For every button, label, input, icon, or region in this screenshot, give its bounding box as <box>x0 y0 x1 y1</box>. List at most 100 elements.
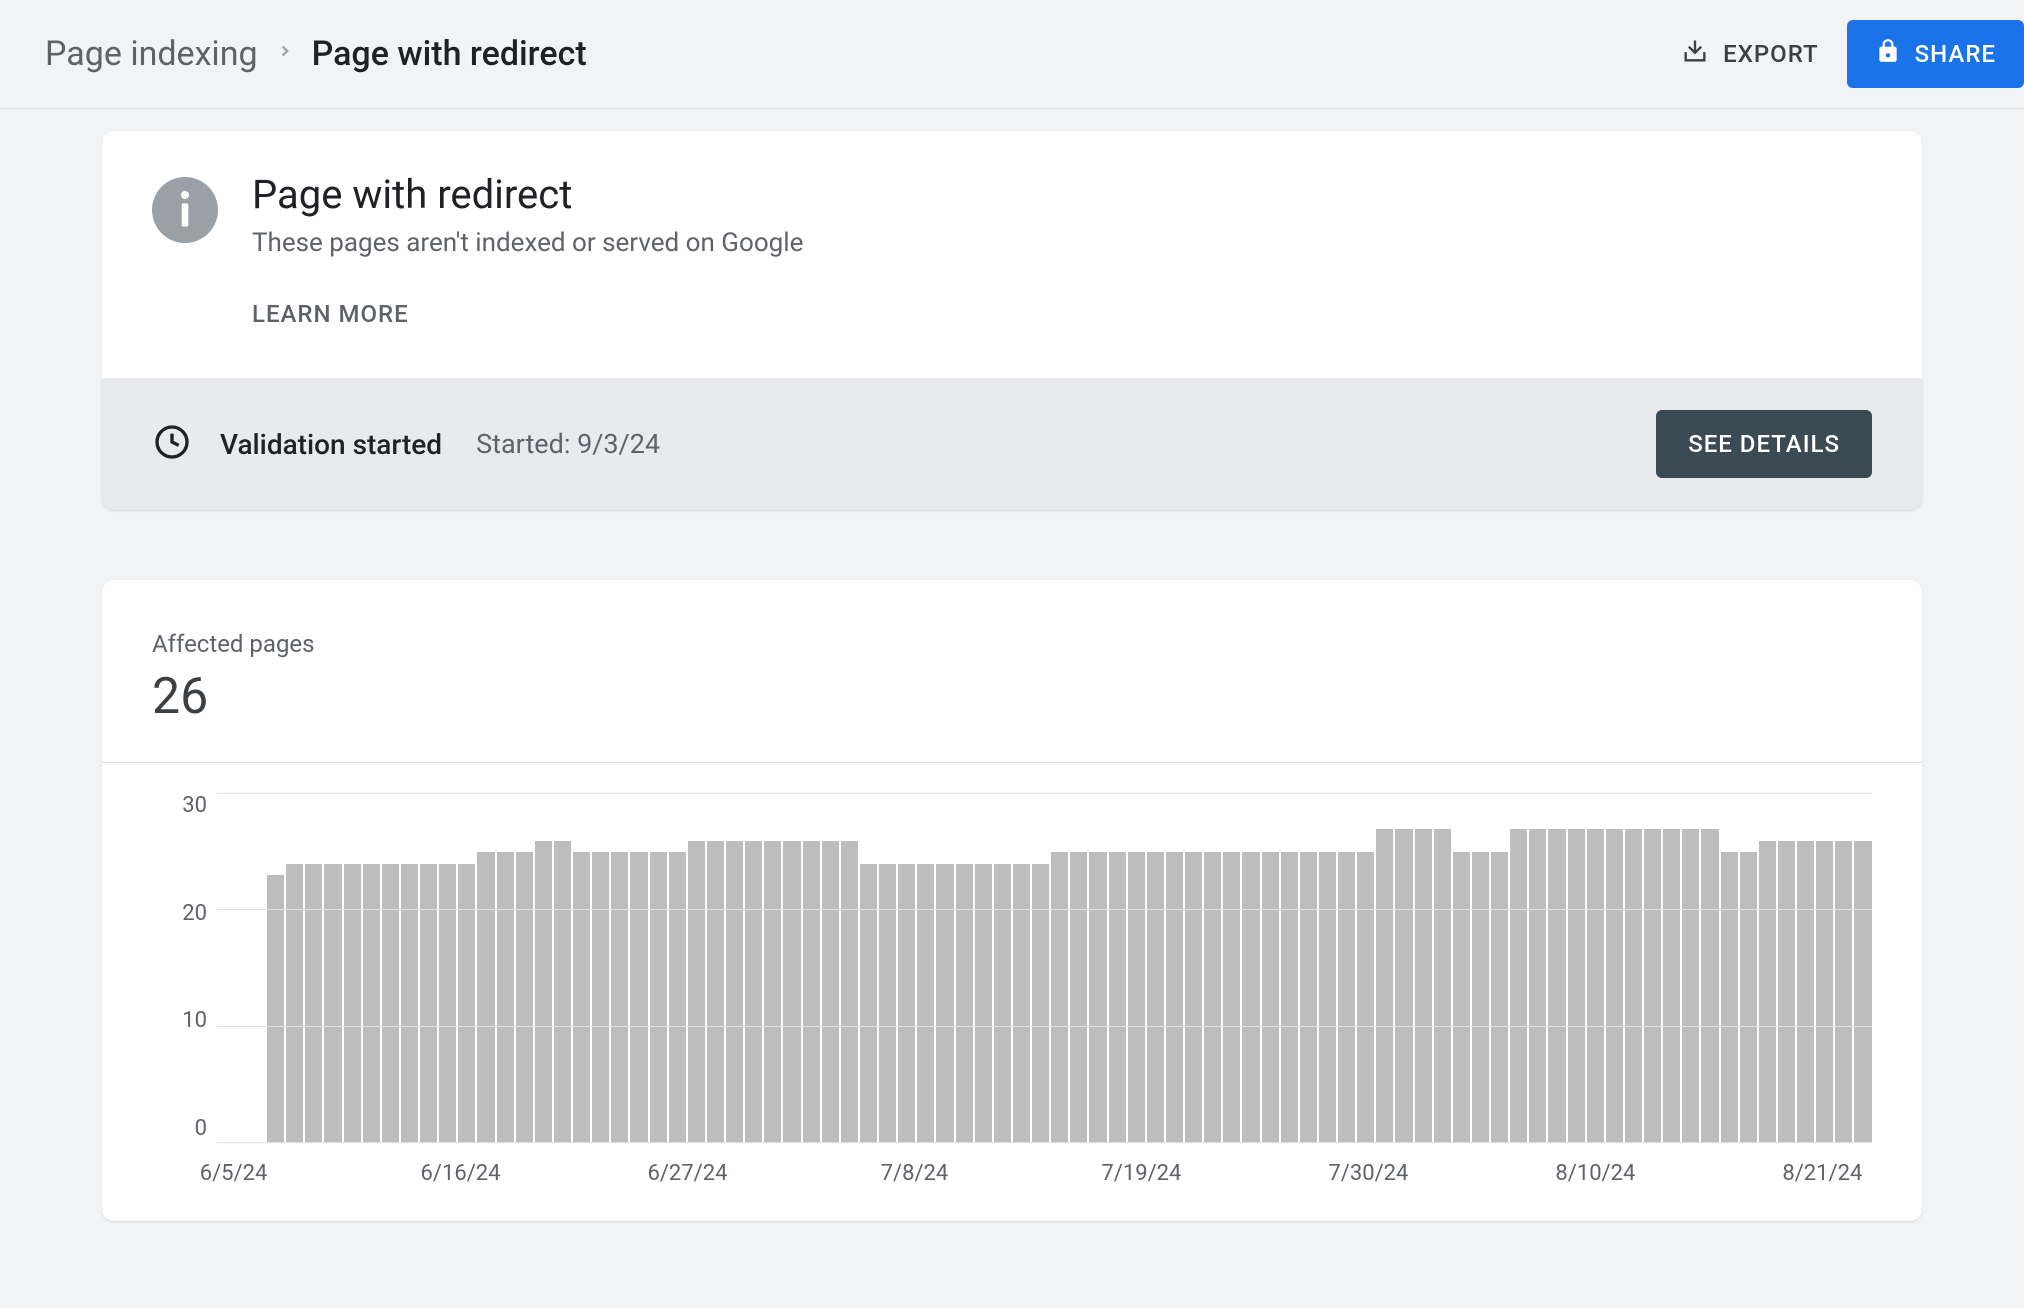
chart-bar <box>707 841 724 1143</box>
chart-bar <box>975 864 992 1143</box>
chart-bar <box>1510 829 1527 1143</box>
affected-pages-count: 26 <box>152 668 1872 726</box>
chart-bar <box>1185 852 1202 1143</box>
info-text: Page with redirect These pages aren't in… <box>252 171 803 328</box>
x-tick: 7/19/24 <box>1101 1161 1181 1186</box>
chart-bar <box>917 864 934 1143</box>
affected-pages-label: Affected pages <box>152 630 1872 658</box>
x-tick: 6/16/24 <box>421 1161 501 1186</box>
chart-bar <box>1281 852 1298 1143</box>
chart-bar <box>1242 852 1259 1143</box>
chart-bar <box>1415 829 1432 1143</box>
chart-bar <box>841 841 858 1143</box>
chart-bar <box>420 864 437 1143</box>
chart-bar <box>401 864 418 1143</box>
chart-bar <box>898 864 915 1143</box>
chart-bar <box>1147 852 1164 1143</box>
chart-bar <box>936 864 953 1143</box>
chart-bar <box>1472 852 1489 1143</box>
share-label: SHARE <box>1915 40 1996 68</box>
chart-bar <box>1166 852 1183 1143</box>
breadcrumb-parent[interactable]: Page indexing <box>45 34 258 74</box>
chart-bar <box>1204 852 1221 1143</box>
chart-bar <box>1701 829 1718 1143</box>
chart-plot <box>217 793 1872 1143</box>
chart-bar <box>1434 829 1451 1143</box>
chart-bar <box>1568 829 1585 1143</box>
chart-bar <box>363 864 380 1143</box>
lock-icon <box>1875 38 1901 70</box>
x-tick: 6/27/24 <box>647 1161 727 1186</box>
chart-bar <box>592 852 609 1143</box>
chart-bar <box>1376 829 1393 1143</box>
chart-bar <box>516 852 533 1143</box>
chart-bar <box>1032 864 1049 1143</box>
info-icon <box>152 177 218 243</box>
chart-bar <box>1721 852 1738 1143</box>
chart-bar <box>745 841 762 1143</box>
chart-bar <box>458 864 475 1143</box>
validation-date: Started: 9/3/24 <box>476 428 660 460</box>
divider <box>102 762 1922 763</box>
chart-bar <box>1854 841 1871 1143</box>
y-axis: 3020100 <box>152 793 207 1143</box>
chart-bar <box>611 852 628 1143</box>
chart-bar <box>1644 829 1661 1143</box>
clock-icon <box>152 422 192 466</box>
chart-bar <box>783 841 800 1143</box>
learn-more-button[interactable]: LEARN MORE <box>252 300 803 328</box>
validation-title: Validation started <box>220 428 442 461</box>
chart-bar <box>1357 852 1374 1143</box>
gridline <box>217 1026 1872 1027</box>
chart-bar <box>1262 852 1279 1143</box>
chart-bar <box>956 864 973 1143</box>
x-tick: 8/21/24 <box>1782 1161 1862 1186</box>
chart-bar <box>477 852 494 1143</box>
chart-card: Affected pages 26 3020100 6/5/246/16/246… <box>102 580 1922 1221</box>
chart-bar <box>1606 829 1623 1143</box>
info-title: Page with redirect <box>252 171 803 218</box>
chart-bar <box>1089 852 1106 1143</box>
info-subtitle: These pages aren't indexed or served on … <box>252 228 803 258</box>
chart-bar <box>1759 841 1776 1143</box>
chart-bar <box>688 841 705 1143</box>
chart-bar <box>1778 841 1795 1143</box>
chart-bar <box>879 864 896 1143</box>
chart-bar <box>344 864 361 1143</box>
chart-bar <box>439 864 456 1143</box>
y-tick: 30 <box>182 793 207 818</box>
chart-bar <box>535 841 552 1143</box>
chart-bar <box>286 864 303 1143</box>
chart-bar <box>1548 829 1565 1143</box>
chart-bar <box>1491 852 1508 1143</box>
chart-bar <box>650 852 667 1143</box>
chart-bar <box>630 852 647 1143</box>
info-card: Page with redirect These pages aren't in… <box>102 131 1922 510</box>
chart-bar <box>1682 829 1699 1143</box>
chart-bar <box>1013 864 1030 1143</box>
chart-bar <box>726 841 743 1143</box>
chart-bar <box>1835 841 1852 1143</box>
breadcrumb-current: Page with redirect <box>312 34 587 74</box>
chart-bar <box>1663 829 1680 1143</box>
topbar: Page indexing Page with redirect EXPORT … <box>0 0 2024 109</box>
topbar-actions: EXPORT SHARE <box>1681 20 2024 88</box>
chart-bar <box>1816 841 1833 1143</box>
chart-bar <box>1797 841 1814 1143</box>
chart-bars <box>217 794 1872 1143</box>
chart-bar <box>669 852 686 1143</box>
x-tick: 8/10/24 <box>1555 1161 1635 1186</box>
chart-bar <box>382 864 399 1143</box>
chart-bar <box>1070 852 1087 1143</box>
chart-bar <box>1740 852 1757 1143</box>
download-icon <box>1681 37 1709 71</box>
export-label: EXPORT <box>1723 40 1819 68</box>
chart-area: 3020100 <box>152 793 1872 1143</box>
share-button[interactable]: SHARE <box>1847 20 2024 88</box>
see-details-button[interactable]: SEE DETAILS <box>1656 410 1872 478</box>
chart-bar <box>1109 852 1126 1143</box>
export-button[interactable]: EXPORT <box>1681 37 1819 71</box>
chart-bar <box>860 864 877 1143</box>
breadcrumb: Page indexing Page with redirect <box>45 34 587 74</box>
chart-bar <box>1625 829 1642 1143</box>
